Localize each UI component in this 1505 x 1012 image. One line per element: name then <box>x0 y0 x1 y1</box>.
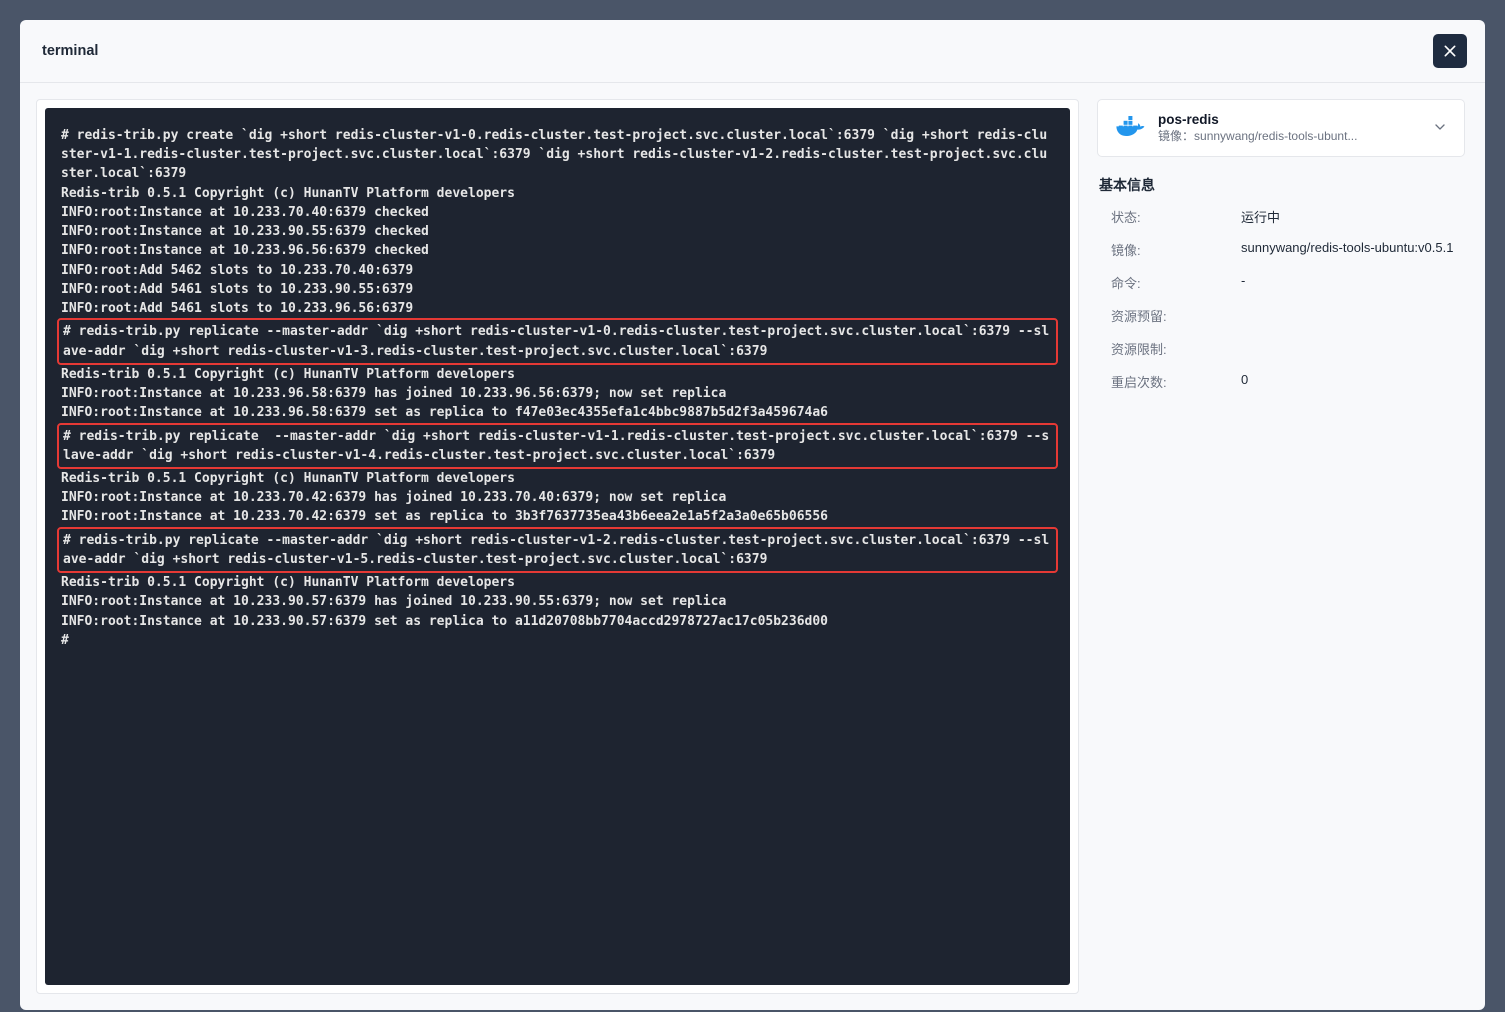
container-card[interactable]: pos-redis 镜像：sunnywang/redis-tools-ubunt… <box>1097 99 1465 157</box>
info-value <box>1241 306 1465 325</box>
info-label: 命令: <box>1111 273 1241 292</box>
terminal-text: # redis-trib.py create `dig +short redis… <box>61 128 1047 316</box>
terminal-highlight: # redis-trib.py replicate --master-addr … <box>57 423 1058 469</box>
info-value: - <box>1241 273 1465 292</box>
modal-header: terminal <box>20 20 1485 83</box>
terminal-highlight: # redis-trib.py replicate --master-addr … <box>57 527 1058 573</box>
info-label: 重启次数: <box>1111 372 1241 391</box>
terminal-pane: # redis-trib.py create `dig +short redis… <box>36 99 1079 994</box>
info-label: 状态: <box>1111 207 1241 226</box>
info-label: 镜像: <box>1111 240 1241 259</box>
info-value: 0 <box>1241 372 1465 391</box>
terminal-modal: terminal # redis-trib.py create `dig +sh… <box>20 20 1485 1010</box>
info-row-resource-limit: 资源限制: <box>1097 339 1465 358</box>
info-label: 资源限制: <box>1111 339 1241 358</box>
info-value: sunnywang/redis-tools-ubuntu:v0.5.1 <box>1241 240 1465 259</box>
modal-title: terminal <box>42 43 98 59</box>
sidebar: pos-redis 镜像：sunnywang/redis-tools-ubunt… <box>1097 99 1469 994</box>
container-card-text: pos-redis 镜像：sunnywang/redis-tools-ubunt… <box>1158 112 1420 144</box>
info-row-status: 状态: 运行中 <box>1097 207 1465 226</box>
chevron-down-icon <box>1432 119 1448 138</box>
info-row-image: 镜像: sunnywang/redis-tools-ubuntu:v0.5.1 <box>1097 240 1465 259</box>
info-label: 资源预留: <box>1111 306 1241 325</box>
close-button[interactable] <box>1433 34 1467 68</box>
info-value: 运行中 <box>1241 207 1465 226</box>
info-row-command: 命令: - <box>1097 273 1465 292</box>
terminal-text: Redis-trib 0.5.1 Copyright (c) HunanTV P… <box>61 471 828 524</box>
docker-icon <box>1114 114 1146 142</box>
info-row-resource-request: 资源预留: <box>1097 306 1465 325</box>
container-name: pos-redis <box>1158 112 1420 127</box>
info-value <box>1241 339 1465 358</box>
close-icon <box>1442 43 1458 59</box>
modal-body: # redis-trib.py create `dig +short redis… <box>20 83 1485 1010</box>
terminal-text: Redis-trib 0.5.1 Copyright (c) HunanTV P… <box>61 575 828 648</box>
section-title-basic-info: 基本信息 <box>1097 175 1465 195</box>
info-row-restart-count: 重启次数: 0 <box>1097 372 1465 391</box>
terminal-highlight: # redis-trib.py replicate --master-addr … <box>57 318 1058 364</box>
terminal-text: Redis-trib 0.5.1 Copyright (c) HunanTV P… <box>61 367 828 420</box>
terminal-output[interactable]: # redis-trib.py create `dig +short redis… <box>45 108 1070 985</box>
container-image-short: 镜像：sunnywang/redis-tools-ubunt... <box>1158 127 1420 144</box>
